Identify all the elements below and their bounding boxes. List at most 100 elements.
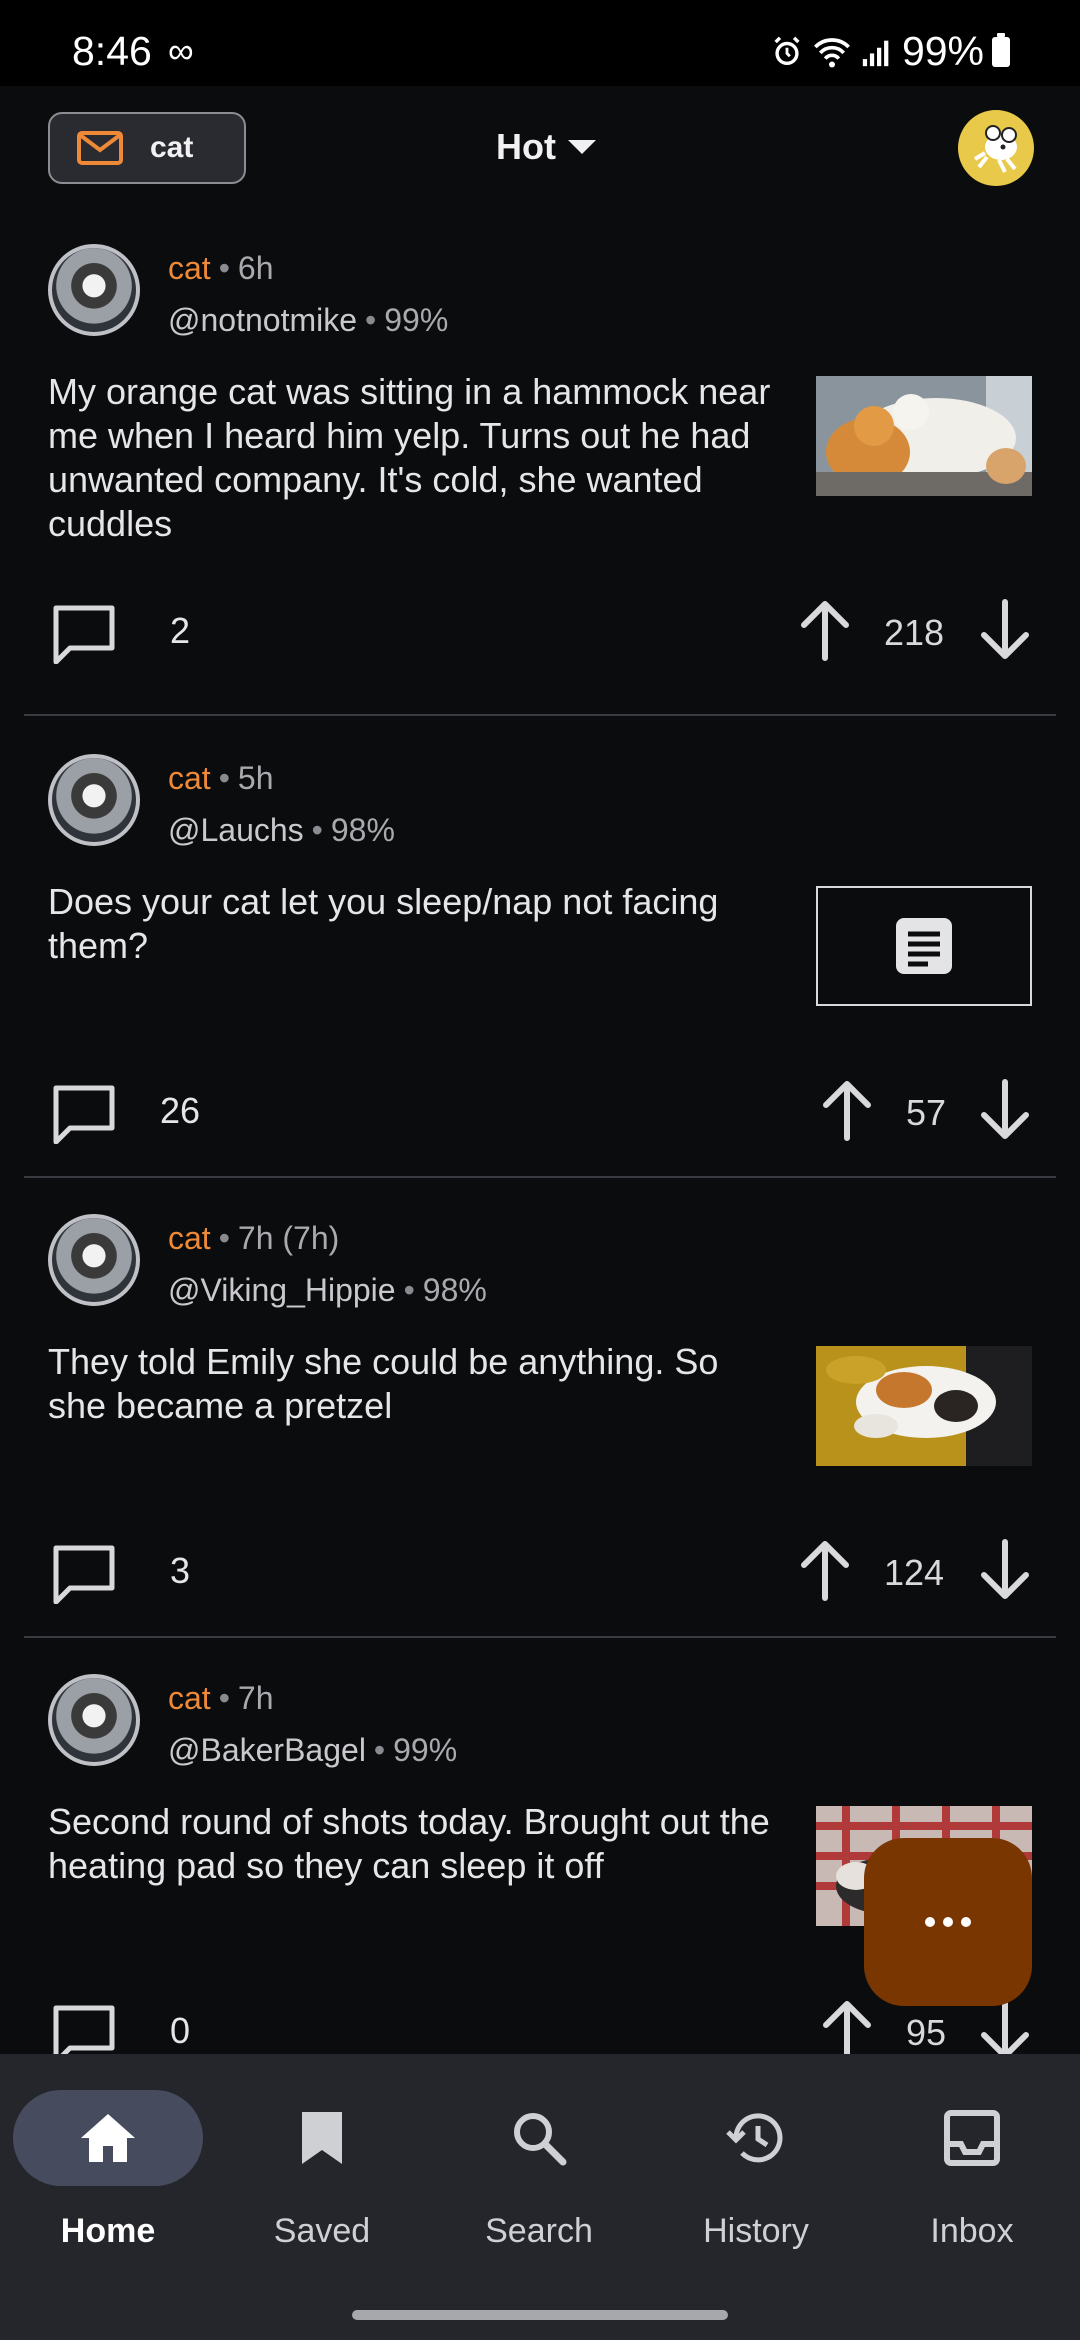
vote-score: 95 bbox=[906, 2012, 947, 2053]
community-avatar[interactable] bbox=[48, 1214, 140, 1306]
post-thumbnail[interactable] bbox=[816, 1346, 1032, 1466]
post-card[interactable]: cat • 7h (7h) @Viking_Hippie • 98% They told… bbox=[0, 1186, 1080, 1646]
history-icon bbox=[726, 2113, 783, 2163]
more-horizontal-icon bbox=[925, 1917, 971, 1927]
status-time: 8:46 bbox=[72, 28, 152, 74]
bookmark-icon bbox=[302, 2112, 342, 2164]
nav-history[interactable]: History bbox=[656, 2090, 856, 2251]
community-name[interactable]: cat bbox=[168, 760, 211, 796]
community-name[interactable]: cat bbox=[168, 1680, 211, 1716]
wifi-icon bbox=[813, 37, 850, 67]
search-icon bbox=[514, 2113, 567, 2166]
infinity-icon: ∞ bbox=[168, 30, 194, 71]
upvote-arrow-icon[interactable] bbox=[820, 1998, 874, 2062]
post-divider bbox=[24, 1176, 1056, 1178]
post-author-line: @notnotmike • 99% bbox=[168, 302, 449, 338]
community-avatar[interactable] bbox=[48, 754, 140, 846]
community-name[interactable]: cat bbox=[168, 250, 211, 286]
community-avatar[interactable] bbox=[48, 1674, 140, 1766]
home-icon bbox=[81, 2114, 135, 2162]
upvote-ratio: 98% bbox=[422, 1272, 487, 1308]
nav-home[interactable]: Home bbox=[8, 2090, 208, 2251]
upvote-ratio: 98% bbox=[330, 812, 395, 848]
post-card[interactable]: cat • 6h @notnotmike • 99% My orange cat was… bbox=[0, 216, 1080, 716]
vote-score: 57 bbox=[906, 1092, 947, 1133]
chevron-down-icon bbox=[567, 140, 596, 154]
community-chip[interactable]: cat bbox=[48, 112, 246, 184]
post-title[interactable]: My orange cat was sitting in a hammock n… bbox=[48, 370, 778, 546]
post-divider bbox=[24, 1636, 1056, 1638]
comment-count: 2 bbox=[170, 610, 191, 651]
profile-avatar[interactable] bbox=[958, 110, 1034, 186]
post-time: 7h bbox=[237, 1680, 274, 1716]
author-name[interactable]: @BakerBagel bbox=[168, 1732, 366, 1768]
nav-inbox[interactable]: Inbox bbox=[872, 2090, 1072, 2251]
nav-label: History bbox=[703, 2212, 809, 2250]
post-actions: 3 124 bbox=[0, 1536, 1080, 1606]
comment-icon[interactable] bbox=[52, 1084, 116, 1144]
post-card[interactable]: cat • 5h @Lauchs • 98% Does your cat let you… bbox=[0, 726, 1080, 1186]
mail-icon bbox=[77, 131, 123, 165]
comment-count: 0 bbox=[170, 2010, 191, 2051]
community-chip-label: cat bbox=[150, 131, 194, 164]
nav-label: Search bbox=[485, 2212, 593, 2250]
more-actions-fab[interactable] bbox=[864, 1838, 1032, 2006]
downvote-arrow-icon[interactable] bbox=[978, 1078, 1032, 1142]
nav-saved[interactable]: Saved bbox=[222, 2090, 422, 2251]
sort-label: Hot bbox=[496, 126, 556, 167]
comment-count: 3 bbox=[170, 1550, 191, 1591]
post-meta: cat • 5h bbox=[168, 760, 274, 796]
post-time: 6h bbox=[237, 250, 274, 286]
comment-icon[interactable] bbox=[52, 1544, 116, 1604]
signal-icon bbox=[862, 40, 889, 66]
author-name[interactable]: @Viking_Hippie bbox=[168, 1272, 396, 1308]
top-app-bar: cat Hot bbox=[0, 86, 1080, 216]
nav-search[interactable]: Search bbox=[439, 2090, 639, 2251]
post-actions: 26 57 bbox=[0, 1076, 1080, 1146]
upvote-arrow-icon[interactable] bbox=[798, 598, 852, 662]
post-author-line: @Lauchs • 98% bbox=[168, 812, 395, 848]
comment-icon[interactable] bbox=[52, 604, 116, 664]
gesture-home-indicator[interactable] bbox=[352, 2310, 728, 2320]
bottom-navigation: Home Saved Search History Inbox bbox=[0, 2054, 1080, 2340]
author-name[interactable]: @notnotmike bbox=[168, 302, 357, 338]
comment-count: 26 bbox=[160, 1090, 201, 1131]
post-title[interactable]: Second round of shots today. Brought out… bbox=[48, 1800, 778, 1888]
post-divider bbox=[24, 714, 1056, 716]
battery-percent: 99% bbox=[901, 28, 984, 74]
sort-selector[interactable]: Hot bbox=[496, 126, 596, 168]
status-icons: 99% bbox=[770, 28, 1010, 75]
upvote-arrow-icon[interactable] bbox=[820, 1078, 874, 1142]
post-meta: cat • 7h bbox=[168, 1680, 274, 1716]
cat-photo-image bbox=[816, 376, 1032, 496]
downvote-arrow-icon[interactable] bbox=[978, 598, 1032, 662]
community-name[interactable]: cat bbox=[168, 1220, 211, 1256]
author-name[interactable]: @Lauchs bbox=[168, 812, 304, 848]
vote-score: 218 bbox=[884, 612, 945, 653]
upvote-arrow-icon[interactable] bbox=[798, 1538, 852, 1602]
downvote-arrow-icon[interactable] bbox=[978, 1538, 1032, 1602]
nav-label: Inbox bbox=[930, 2212, 1014, 2250]
battery-icon bbox=[992, 32, 1010, 67]
post-thumbnail[interactable] bbox=[816, 376, 1032, 496]
text-post-thumbnail[interactable] bbox=[816, 886, 1032, 1006]
nav-label: Home bbox=[60, 2212, 156, 2250]
upvote-ratio: 99% bbox=[384, 302, 449, 338]
alarm-icon bbox=[774, 36, 800, 65]
community-avatar[interactable] bbox=[48, 244, 140, 336]
mascot-icon bbox=[961, 113, 1031, 183]
post-title[interactable]: They told Emily she could be anything. S… bbox=[48, 1340, 778, 1428]
cat-photo-image bbox=[816, 1346, 1032, 1466]
vote-score: 124 bbox=[884, 1552, 945, 1593]
status-bar: 8:46 ∞ 99% bbox=[0, 0, 1080, 86]
post-meta: cat • 7h (7h) bbox=[168, 1220, 340, 1256]
nav-label: Saved bbox=[273, 2212, 371, 2250]
post-time: 7h (7h) bbox=[237, 1220, 340, 1256]
post-actions: 2 218 bbox=[0, 596, 1080, 666]
post-time: 5h bbox=[237, 760, 274, 796]
post-title[interactable]: Does your cat let you sleep/nap not faci… bbox=[48, 880, 778, 968]
upvote-ratio: 99% bbox=[393, 1732, 458, 1768]
post-meta: cat • 6h bbox=[168, 250, 274, 286]
downvote-arrow-icon[interactable] bbox=[978, 1998, 1032, 2062]
post-author-line: @Viking_Hippie • 98% bbox=[168, 1272, 487, 1308]
